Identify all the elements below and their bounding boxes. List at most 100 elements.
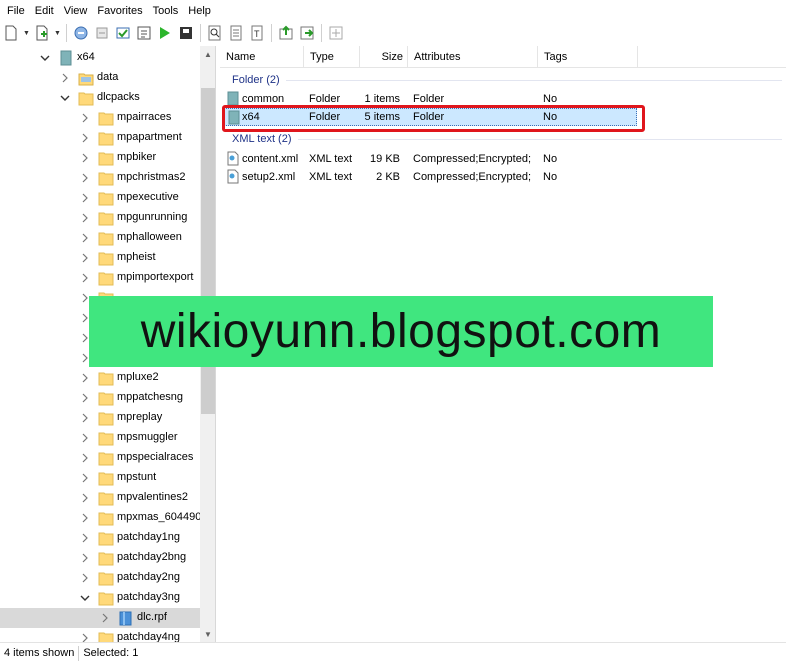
- chevron-right-icon[interactable]: [80, 413, 90, 423]
- chevron-right-icon[interactable]: [80, 113, 90, 123]
- item-tags: No: [543, 171, 558, 183]
- new-dropdown-icon[interactable]: ▼: [23, 24, 30, 42]
- group-header-xml[interactable]: XML text (2): [232, 131, 782, 147]
- chevron-right-icon[interactable]: [80, 433, 90, 443]
- chevron-right-icon[interactable]: [80, 473, 90, 483]
- text-icon[interactable]: [227, 24, 245, 42]
- scroll-up-icon[interactable]: ▲: [200, 46, 215, 62]
- rebuild-icon[interactable]: [135, 24, 153, 42]
- tree-item[interactable]: mpvalentines2: [0, 488, 200, 508]
- folder-icon: [98, 512, 114, 526]
- tree-item[interactable]: mpspecialraces: [0, 448, 200, 468]
- tree-item[interactable]: mpairraces: [0, 108, 200, 128]
- chevron-right-icon[interactable]: [80, 213, 90, 223]
- import-icon[interactable]: [93, 24, 111, 42]
- tree-item[interactable]: mpheist: [0, 248, 200, 268]
- folder-icon: [78, 92, 94, 106]
- list-item[interactable]: content.xml XML text 19 KB Compressed;En…: [224, 150, 637, 168]
- tree-item-label: mpgunrunning: [117, 211, 188, 223]
- tree-item[interactable]: mpapartment: [0, 128, 200, 148]
- menu-view[interactable]: View: [59, 0, 93, 22]
- tree-item[interactable]: dlcpacks: [0, 88, 200, 108]
- search-icon[interactable]: [206, 24, 224, 42]
- tree-item[interactable]: x64: [0, 48, 200, 68]
- group-label: Folder (2): [232, 74, 280, 86]
- chevron-right-icon[interactable]: [80, 533, 90, 543]
- tree-item[interactable]: mpreplay: [0, 408, 200, 428]
- tree-item[interactable]: mppatchesng: [0, 388, 200, 408]
- column-tags[interactable]: Tags: [538, 46, 638, 68]
- tree-item-selected[interactable]: dlc.rpf: [0, 608, 200, 628]
- tree-item-label: patchday1ng: [117, 531, 180, 543]
- tree-item[interactable]: patchday4ng: [0, 628, 200, 642]
- chevron-right-icon[interactable]: [80, 273, 90, 283]
- chevron-right-icon[interactable]: [80, 453, 90, 463]
- column-name[interactable]: Name: [220, 46, 304, 68]
- group-header-folder[interactable]: Folder (2): [232, 72, 782, 88]
- check-icon[interactable]: [114, 24, 132, 42]
- properties-icon[interactable]: [327, 24, 345, 42]
- chevron-right-icon[interactable]: [80, 493, 90, 503]
- tree-item-label: patchday2bng: [117, 551, 187, 563]
- export-icon[interactable]: [277, 24, 295, 42]
- menu-tools[interactable]: Tools: [148, 0, 184, 22]
- tree-item-label: mpsmuggler: [117, 431, 178, 443]
- column-attributes[interactable]: Attributes: [408, 46, 538, 68]
- play-icon[interactable]: [156, 24, 174, 42]
- chevron-right-icon[interactable]: [100, 613, 110, 623]
- folder-icon: [98, 272, 114, 286]
- chevron-right-icon[interactable]: [80, 153, 90, 163]
- open-dropdown-icon[interactable]: ▼: [54, 24, 61, 42]
- menu-help[interactable]: Help: [183, 0, 216, 22]
- tree-item[interactable]: patchday1ng: [0, 528, 200, 548]
- menu-favorites[interactable]: Favorites: [92, 0, 147, 22]
- chevron-down-icon[interactable]: [80, 593, 90, 603]
- chevron-right-icon[interactable]: [80, 253, 90, 263]
- format-icon[interactable]: T: [248, 24, 266, 42]
- chevron-right-icon[interactable]: [80, 393, 90, 403]
- new-file-icon[interactable]: [33, 24, 51, 42]
- tree-item[interactable]: mpbiker: [0, 148, 200, 168]
- tree-item[interactable]: mpgunrunning: [0, 208, 200, 228]
- tree-item[interactable]: patchday2bng: [0, 548, 200, 568]
- column-size[interactable]: Size: [360, 46, 408, 68]
- tree-item[interactable]: mpimportexport: [0, 268, 200, 288]
- archive-icon[interactable]: [177, 24, 195, 42]
- group-label: XML text (2): [232, 133, 292, 145]
- chevron-right-icon[interactable]: [60, 73, 70, 83]
- tree-item[interactable]: mpxmas_604490: [0, 508, 201, 528]
- chevron-right-icon[interactable]: [80, 193, 90, 203]
- column-type[interactable]: Type: [304, 46, 360, 68]
- tree-item[interactable]: mphalloween: [0, 228, 200, 248]
- tree-item[interactable]: patchday2ng: [0, 568, 200, 588]
- folder-icon: [98, 572, 114, 586]
- tree-item[interactable]: mpexecutive: [0, 188, 200, 208]
- folder-icon: [98, 132, 114, 146]
- list-item[interactable]: setup2.xml XML text 2 KB Compressed;Encr…: [224, 168, 637, 186]
- chevron-right-icon[interactable]: [80, 173, 90, 183]
- tree-item[interactable]: mpsmuggler: [0, 428, 200, 448]
- chevron-right-icon[interactable]: [80, 373, 90, 383]
- chevron-right-icon[interactable]: [80, 233, 90, 243]
- chevron-down-icon[interactable]: [60, 93, 70, 103]
- tree-item[interactable]: mpchristmas2: [0, 168, 200, 188]
- item-size: 2 KB: [376, 171, 400, 183]
- menu-edit[interactable]: Edit: [30, 0, 59, 22]
- tree-item[interactable]: data: [0, 68, 200, 88]
- tree-item[interactable]: mpstunt: [0, 468, 200, 488]
- chevron-right-icon[interactable]: [80, 553, 90, 563]
- chevron-right-icon[interactable]: [80, 513, 90, 523]
- tree-item-label: mphalloween: [117, 231, 182, 243]
- chevron-down-icon[interactable]: [40, 53, 50, 63]
- menu-file[interactable]: File: [2, 0, 30, 22]
- open-icon[interactable]: [72, 24, 90, 42]
- chevron-right-icon[interactable]: [80, 633, 90, 642]
- toolbar-separator: [66, 24, 67, 42]
- tree-item[interactable]: patchday3ng: [0, 588, 200, 608]
- scroll-down-icon[interactable]: ▼: [200, 626, 215, 642]
- chevron-right-icon[interactable]: [80, 133, 90, 143]
- extract-icon[interactable]: [298, 24, 316, 42]
- chevron-right-icon[interactable]: [80, 573, 90, 583]
- tree-item[interactable]: mpluxe2: [0, 368, 200, 388]
- new-document-icon[interactable]: [2, 24, 20, 42]
